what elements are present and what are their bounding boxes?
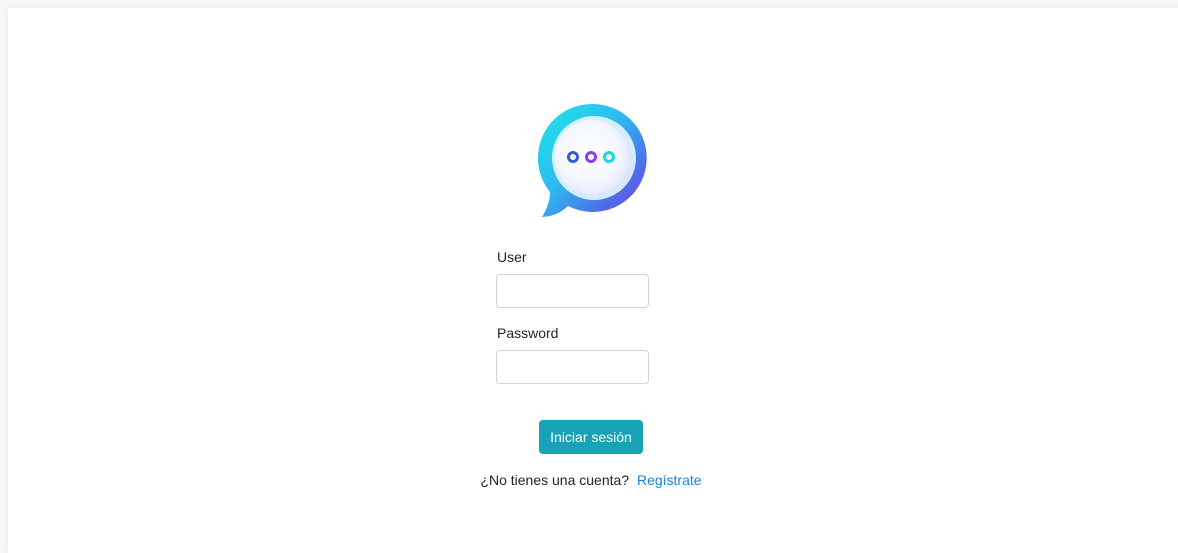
register-row: ¿No tienes una cuenta? Regístrate xyxy=(8,472,1174,488)
password-label: Password xyxy=(497,325,559,341)
user-input[interactable] xyxy=(496,274,649,308)
password-input[interactable] xyxy=(496,350,649,384)
register-prompt: ¿No tienes una cuenta? xyxy=(480,472,630,488)
register-link[interactable]: Regístrate xyxy=(637,472,702,488)
login-button[interactable]: Iniciar sesión xyxy=(539,420,643,454)
user-label: User xyxy=(497,249,527,265)
chat-bubble-icon xyxy=(536,100,652,224)
login-page: User Password Iniciar sesión ¿No tienes … xyxy=(8,8,1178,553)
